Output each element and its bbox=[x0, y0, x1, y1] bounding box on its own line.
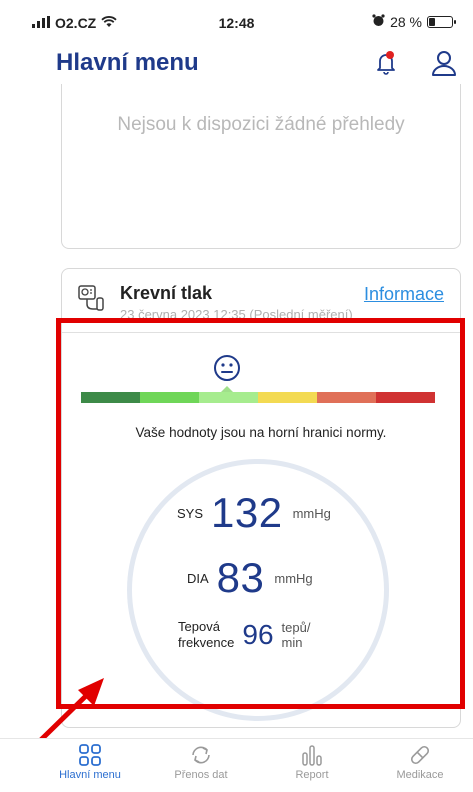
alarm-icon bbox=[372, 14, 385, 30]
measurement-date: 23 června 2023 12:35 (Poslední měření) bbox=[120, 307, 353, 322]
status-right: 28 % bbox=[372, 14, 456, 30]
pulse-label-line1: Tepová bbox=[178, 619, 220, 634]
report-icon bbox=[302, 745, 322, 766]
dia-label: DIA bbox=[187, 570, 209, 586]
tab-label: Hlavní menu bbox=[59, 769, 121, 781]
page-title: Hlavní menu bbox=[56, 49, 199, 76]
sys-label: SYS bbox=[177, 505, 204, 521]
tab-label: Medikace bbox=[396, 769, 444, 781]
scale-segment-5 bbox=[376, 392, 435, 403]
notification-badge bbox=[386, 51, 394, 59]
blood-pressure-monitor-icon bbox=[77, 284, 105, 312]
sync-icon bbox=[192, 746, 210, 764]
sys-unit: mmHg bbox=[292, 505, 331, 521]
blood-pressure-title: Krevní tlak bbox=[120, 283, 213, 303]
pulse-label-line2: frekvence bbox=[178, 635, 235, 650]
tab-medication[interactable]: Medikace bbox=[375, 739, 465, 792]
battery-icon bbox=[427, 16, 456, 28]
sys-value: 132 bbox=[211, 489, 283, 536]
tab-label: Přenos dat bbox=[174, 769, 228, 781]
info-link[interactable]: Informace bbox=[364, 284, 444, 305]
tab-main-menu[interactable]: Hlavní menu bbox=[45, 739, 135, 792]
pulse-unit-line1: tepů/ bbox=[281, 620, 311, 635]
battery-fill bbox=[429, 18, 435, 26]
blood-pressure-card[interactable]: Krevní tlak Informace 23 června 2023 12:… bbox=[61, 268, 461, 728]
pulse-row: Tepová frekvence 96 tepů/ min bbox=[178, 619, 310, 651]
pulse-unit: tepů/ min bbox=[282, 620, 311, 650]
tab-bar: Hlavní menu Přenos dat Report Medikace bbox=[0, 738, 473, 792]
pulse-label: Tepová frekvence bbox=[178, 619, 234, 651]
pill-icon bbox=[410, 745, 430, 765]
scale-segment-0 bbox=[81, 392, 140, 403]
scale-segment-4 bbox=[317, 392, 376, 403]
tab-label: Report bbox=[295, 769, 329, 781]
scale-segment-1 bbox=[140, 392, 199, 403]
card-divider bbox=[62, 332, 460, 333]
dashboard-icon bbox=[79, 744, 101, 766]
sys-row: SYS 132 mmHg bbox=[177, 489, 331, 537]
dia-row: DIA 83 mmHg bbox=[187, 554, 313, 602]
user-icon[interactable] bbox=[429, 48, 459, 78]
status-scale bbox=[81, 392, 435, 403]
pulse-unit-line2: min bbox=[281, 635, 303, 650]
scale-segment-3 bbox=[258, 392, 317, 403]
neutral-face-icon bbox=[212, 353, 242, 383]
battery-percent: 28 % bbox=[390, 14, 422, 30]
tab-report[interactable]: Report bbox=[267, 739, 357, 792]
overview-card: Nejsou k dispozici žádné přehledy bbox=[61, 84, 461, 249]
pulse-value: 96 bbox=[242, 619, 274, 650]
empty-overview-message: Nejsou k dispozici žádné přehledy bbox=[117, 114, 405, 135]
status-bar: O2.CZ 12:48 28 % bbox=[0, 0, 473, 44]
status-message: Vaše hodnoty jsou na horní hranici normy… bbox=[135, 425, 387, 440]
tab-data-transfer[interactable]: Přenos dat bbox=[156, 739, 246, 792]
dia-unit: mmHg bbox=[274, 570, 313, 586]
header: Hlavní menu bbox=[0, 44, 473, 84]
dia-value: 83 bbox=[216, 554, 265, 601]
scale-segment-2 bbox=[199, 392, 258, 403]
